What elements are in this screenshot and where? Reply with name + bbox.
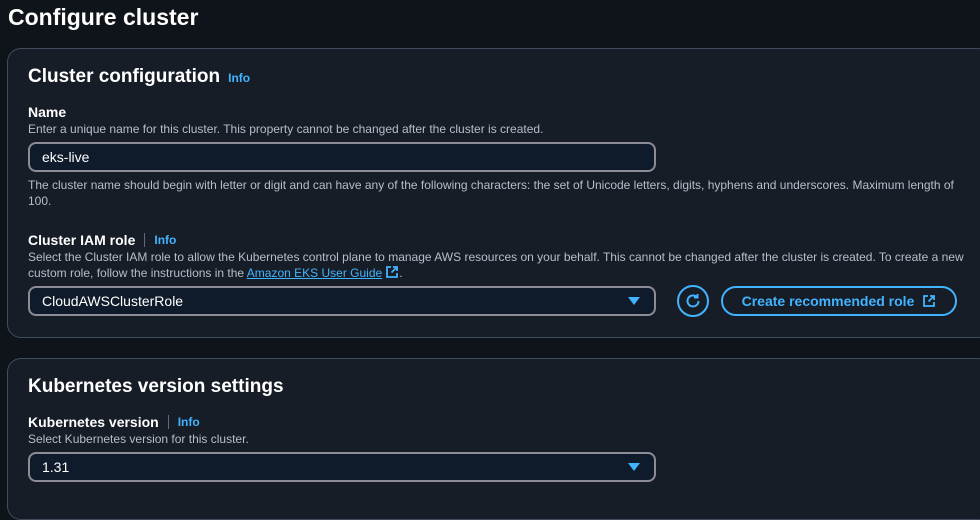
cluster-configuration-heading: Cluster configuration Info (28, 66, 250, 88)
name-constraint-text: The cluster name should begin with lette… (28, 178, 954, 208)
cluster-configuration-panel: Cluster configuration Info Name Enter a … (7, 48, 980, 338)
refresh-roles-button[interactable] (677, 285, 709, 317)
name-label: Name (28, 104, 67, 120)
kubernetes-version-settings-title: Kubernetes version settings (28, 376, 284, 397)
label-separator (167, 415, 169, 429)
label-separator (144, 233, 146, 247)
refresh-icon (686, 294, 700, 308)
iam-role-label-row: Cluster IAM role Info (28, 232, 176, 248)
caret-down-icon (628, 297, 640, 305)
name-description: Enter a unique name for this cluster. Th… (28, 122, 544, 136)
create-recommended-role-button[interactable]: Create recommended role (721, 286, 957, 316)
eks-user-guide-link[interactable]: Amazon EKS User Guide (247, 266, 399, 280)
kubernetes-version-panel: Kubernetes version settings Kubernetes v… (7, 358, 980, 520)
iam-role-description-text: Select the Cluster IAM role to allow the… (28, 250, 964, 280)
eks-user-guide-link-text[interactable]: Amazon EKS User Guide (247, 266, 382, 280)
iam-role-select[interactable]: CloudAWSClusterRole (28, 286, 656, 316)
cluster-configuration-info-link[interactable]: Info (228, 71, 250, 85)
page-title: Configure cluster (8, 4, 199, 30)
external-link-icon (923, 295, 936, 307)
k8s-version-selected-value: 1.31 (42, 459, 70, 475)
cluster-name-input[interactable] (28, 142, 656, 172)
k8s-version-label: Kubernetes version (28, 414, 159, 430)
k8s-version-label-row: Kubernetes version Info (28, 414, 200, 430)
iam-role-description: Select the Cluster IAM role to allow the… (28, 249, 971, 281)
iam-role-selected-value: CloudAWSClusterRole (42, 293, 184, 309)
create-recommended-role-label: Create recommended role (741, 293, 915, 309)
caret-down-icon (628, 463, 640, 471)
k8s-version-select[interactable]: 1.31 (28, 452, 656, 482)
k8s-version-info-link[interactable]: Info (178, 415, 200, 429)
iam-role-label: Cluster IAM role (28, 232, 136, 248)
iam-role-description-end: . (399, 266, 403, 280)
external-link-icon (386, 266, 399, 278)
cluster-configuration-title: Cluster configuration (28, 66, 221, 87)
iam-role-info-link[interactable]: Info (154, 233, 176, 247)
k8s-version-description: Select Kubernetes version for this clust… (28, 432, 249, 446)
